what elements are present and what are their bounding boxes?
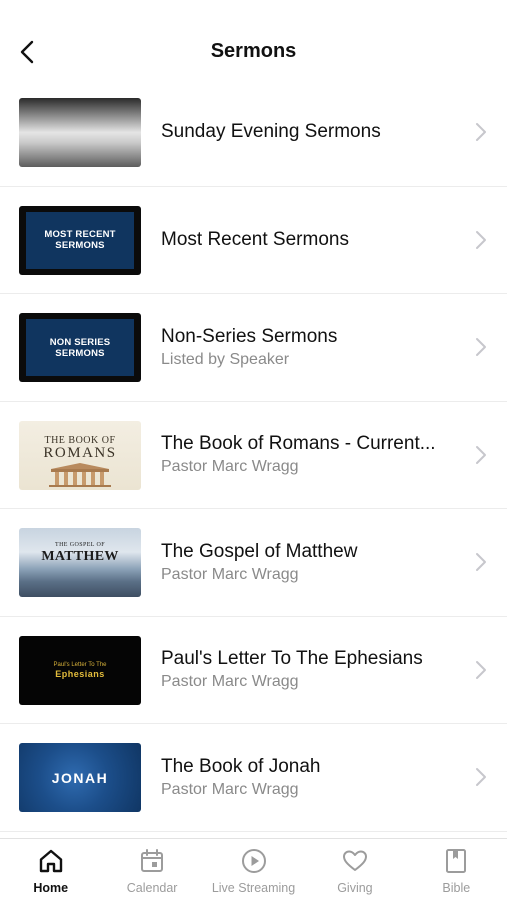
thumbnail-text: JONAH xyxy=(51,769,109,786)
navigation-bar: Sermons xyxy=(0,24,507,80)
non-series-sermons-thumbnail: NON SERIES SERMONS xyxy=(19,313,141,382)
calendar-icon xyxy=(141,849,164,872)
thumbnail-line2: Ephesians xyxy=(55,668,105,679)
ephesians-thumbnail: Paul's Letter To The Ephesians xyxy=(19,635,141,705)
chevron-right-icon xyxy=(476,660,486,679)
series-subtitle: Pastor Marc Wragg xyxy=(161,673,299,691)
tab-calendar[interactable]: Calendar xyxy=(101,839,202,900)
list-item[interactable]: MOST RECENT SERMONS Most Recent Sermons xyxy=(0,187,507,294)
tab-label: Giving xyxy=(337,881,373,895)
gospel-of-matthew-thumbnail: THE GOSPEL OF MATTHEW xyxy=(19,528,141,597)
tab-bible[interactable]: Bible xyxy=(406,839,507,900)
series-title: The Book of Jonah xyxy=(161,755,321,777)
list-item[interactable]: THE GOSPEL OF MATTHEW The Gospel of Matt… xyxy=(0,509,507,617)
series-subtitle: Pastor Marc Wragg xyxy=(161,780,299,798)
series-subtitle: Pastor Marc Wragg xyxy=(161,458,299,476)
tab-label: Calendar xyxy=(126,881,178,895)
chevron-right-icon xyxy=(476,123,486,142)
series-subtitle: Listed by Speaker xyxy=(161,350,290,368)
chevron-right-icon xyxy=(476,230,486,249)
list-item[interactable]: JONAH The Book of Jonah Pastor Marc Wrag… xyxy=(0,724,507,832)
sermon-series-list: Sunday Evening Sermons MOST RECENT SERMO… xyxy=(0,79,507,832)
series-title: Sunday Evening Sermons xyxy=(161,121,381,143)
play-circle-icon xyxy=(241,849,266,873)
page-title: Sermons xyxy=(210,40,297,62)
list-item[interactable]: NON SERIES SERMONS Non-Series Sermons Li… xyxy=(0,294,507,402)
book-icon xyxy=(446,849,467,873)
tab-live-streaming[interactable]: Live Streaming xyxy=(203,839,304,900)
chevron-right-icon xyxy=(476,553,486,572)
most-recent-sermons-thumbnail: MOST RECENT SERMONS xyxy=(19,205,141,275)
thumbnail-line2: MATTHEW xyxy=(41,549,119,564)
thumbnail-text: NON SERIES SERMONS xyxy=(26,319,134,376)
thumbnail-line1: THE GOSPEL OF xyxy=(55,542,105,548)
list-item[interactable]: Sunday Evening Sermons xyxy=(0,79,507,187)
tab-bar: Home Calendar Live Streaming Giving Bibl… xyxy=(0,838,507,900)
series-title: Most Recent Sermons xyxy=(161,228,349,250)
chevron-right-icon xyxy=(476,445,486,464)
foggy-sea-thumbnail xyxy=(19,98,141,167)
tab-label: Home xyxy=(33,881,69,895)
temple-illustration xyxy=(49,462,111,487)
series-title: Non-Series Sermons xyxy=(161,325,338,347)
tab-label: Live Streaming xyxy=(211,881,296,895)
heart-icon xyxy=(342,850,367,871)
tab-label: Bible xyxy=(442,881,471,895)
chevron-right-icon xyxy=(476,768,486,787)
chevron-right-icon xyxy=(476,338,486,357)
book-of-romans-thumbnail: THE BOOK OF ROMANS xyxy=(19,420,141,490)
series-title: Paul's Letter To The Ephesians xyxy=(161,648,423,670)
series-title: The Book of Romans - Current... xyxy=(161,433,436,455)
status-bar xyxy=(0,0,507,24)
thumbnail-line1: THE BOOK OF xyxy=(44,434,116,446)
thumbnail-line1: Paul's Letter To The xyxy=(53,661,107,668)
thumbnail-line2: ROMANS xyxy=(43,444,117,461)
thumbnail-text: MOST RECENT SERMONS xyxy=(26,211,134,269)
tab-home[interactable]: Home xyxy=(0,839,101,900)
series-subtitle: Pastor Marc Wragg xyxy=(161,565,299,583)
series-title: The Gospel of Matthew xyxy=(161,540,358,562)
list-item[interactable]: THE BOOK OF ROMANS The Book of Romans - … xyxy=(0,402,507,509)
tab-giving[interactable]: Giving xyxy=(304,839,405,900)
home-icon xyxy=(39,849,62,873)
list-item[interactable]: Paul's Letter To The Ephesians Paul's Le… xyxy=(0,617,507,724)
jonah-thumbnail: JONAH xyxy=(19,743,141,812)
